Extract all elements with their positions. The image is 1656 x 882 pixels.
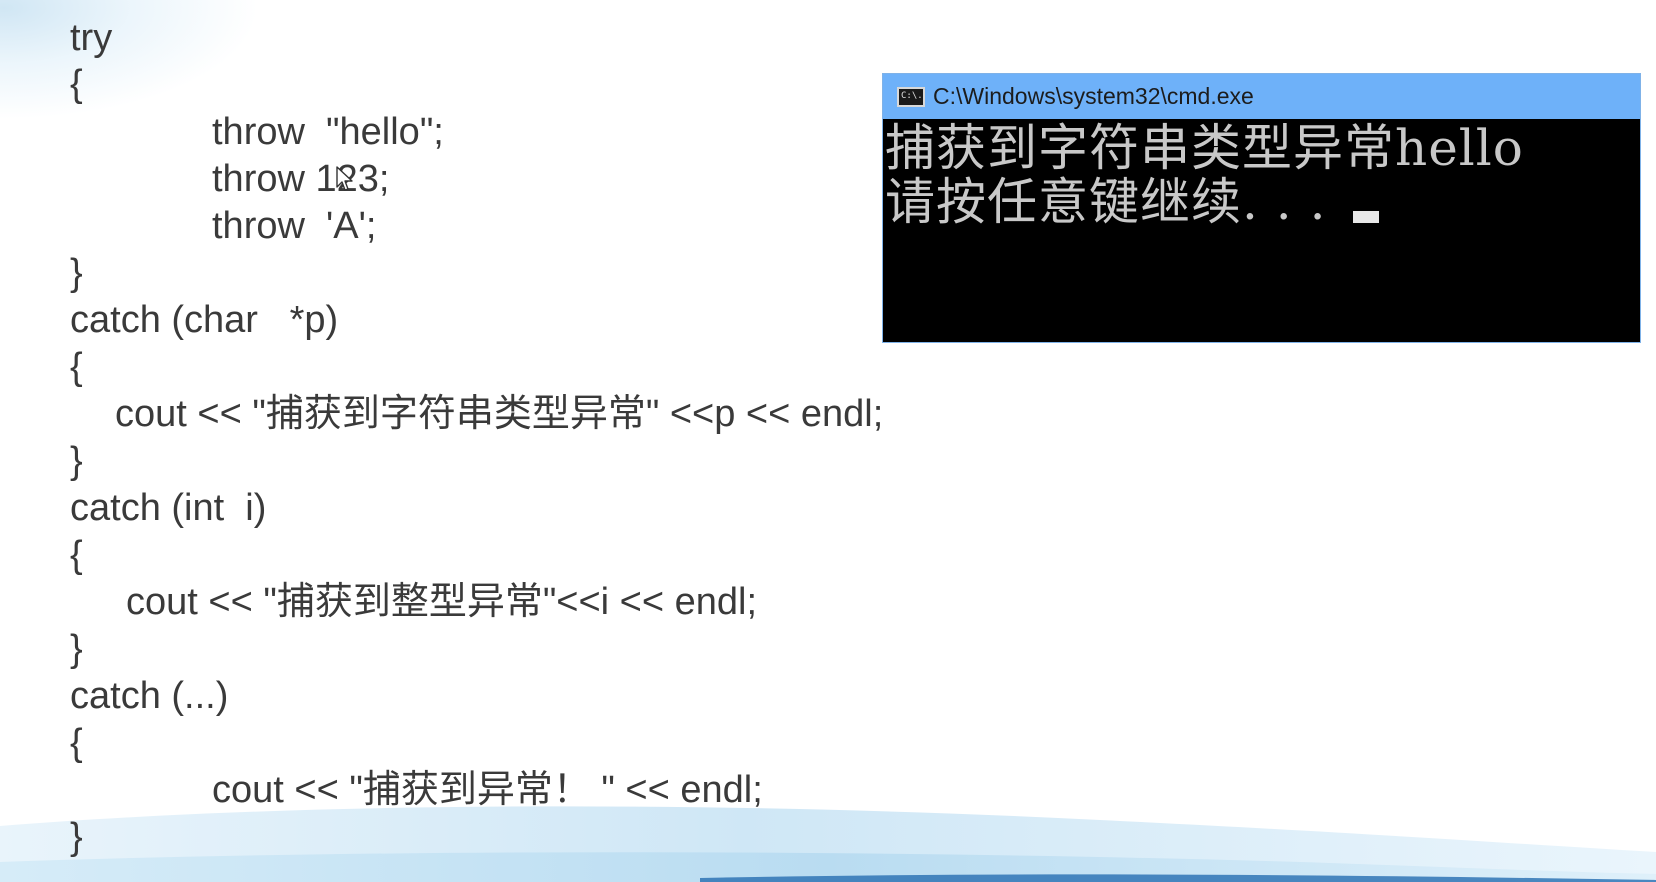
cmd-output-line-1: 捕获到字符串类型异常hello [885, 119, 1524, 177]
code-line-open-brace: { [70, 63, 83, 105]
mouse-pointer-icon [336, 166, 353, 191]
code-line-catch-char: catch (char *p) [70, 299, 339, 341]
cmd-titlebar[interactable]: C:\. C:\Windows\system32\cmd.exe [883, 74, 1640, 119]
cmd-output-line-2: 请按任意键继续. . . [885, 175, 1640, 229]
code-line-catch-all: catch (...) [70, 675, 229, 717]
cmd-console-output[interactable]: 捕获到字符串类型异常hello 请按任意键继续. . . [883, 119, 1640, 229]
code-line-close-brace: } [70, 816, 83, 858]
code-line-throw-char: throw 'A'; [212, 205, 377, 247]
decorative-corner-glow [0, 0, 260, 120]
cmd-window[interactable]: C:\. C:\Windows\system32\cmd.exe 捕获到字符串类… [883, 74, 1640, 342]
code-line-close-brace: } [70, 440, 83, 482]
code-line-close-brace: } [70, 252, 83, 294]
code-line-open-brace: { [70, 346, 83, 388]
code-line-catch-int: catch (int i) [70, 487, 267, 529]
code-line-cout-int: cout << "捕获到整型异常"<<i << endl; [126, 581, 758, 623]
code-line-open-brace: { [70, 534, 83, 576]
code-line-throw-int: throw 123; [212, 158, 390, 200]
cmd-app-icon: C:\. [897, 86, 925, 107]
cmd-title: C:\Windows\system32\cmd.exe [933, 83, 1254, 109]
cmd-cursor [1353, 211, 1380, 223]
code-line-close-brace: } [70, 628, 83, 670]
code-line-try: try [70, 17, 113, 59]
code-line-open-brace: { [70, 722, 83, 764]
decorative-bottom-wave [0, 806, 1656, 882]
code-line-throw-string: throw "hello"; [212, 111, 444, 153]
code-line-cout-string: cout << "捕获到字符串类型异常" <<p << endl; [115, 393, 884, 435]
slide: try { throw "hello"; throw 123; throw 'A… [0, 0, 1656, 882]
cmd-prompt-text: 请按任意键继续. . . [885, 173, 1344, 231]
